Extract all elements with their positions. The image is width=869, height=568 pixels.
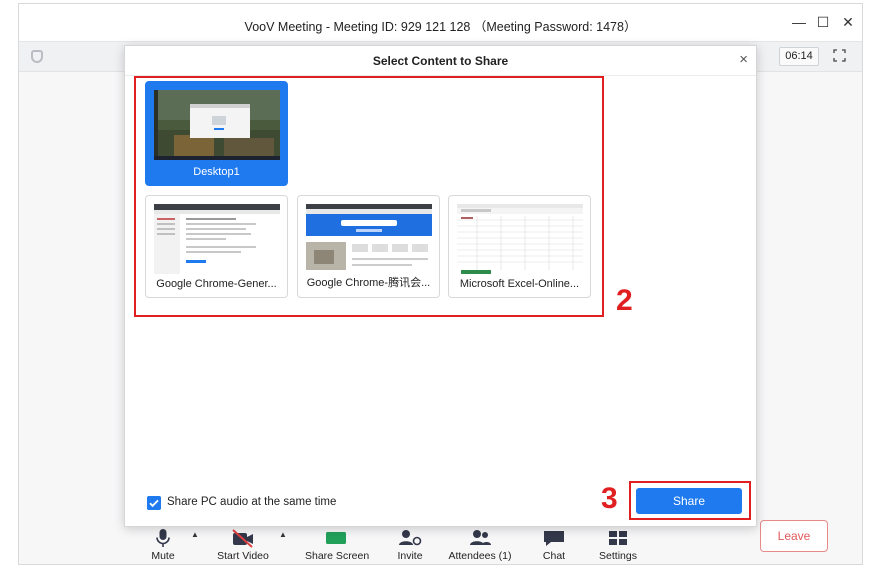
- fullscreen-icon[interactable]: [833, 49, 846, 62]
- attendees-button[interactable]: Attendees (1): [447, 528, 513, 562]
- start-video-button[interactable]: Start Video: [215, 528, 271, 562]
- invite-icon: [399, 530, 422, 546]
- maximize-icon[interactable]: ☐: [816, 15, 830, 29]
- share-audio-checkbox[interactable]: [147, 496, 161, 510]
- minimize-icon[interactable]: —: [792, 15, 806, 29]
- chat-button[interactable]: Chat: [539, 528, 569, 562]
- mute-options-caret-icon[interactable]: ▲: [191, 530, 199, 539]
- close-dialog-icon[interactable]: ×: [739, 52, 748, 67]
- share-item-label: Microsoft Excel-Online...: [459, 278, 580, 290]
- dialog-title: Select Content to Share: [372, 54, 509, 68]
- share-screen-icon: [326, 532, 346, 544]
- share-item-chrome-1[interactable]: Google Chrome-Gener...: [145, 195, 288, 298]
- share-item-label: Desktop1: [193, 166, 240, 178]
- shield-icon[interactable]: [31, 50, 43, 63]
- chat-label: Chat: [542, 550, 566, 562]
- start-video-label: Start Video: [217, 550, 269, 562]
- desktop-thumbnail: [154, 90, 280, 160]
- chat-icon: [544, 531, 564, 546]
- share-screen-label: Share Screen: [305, 550, 370, 562]
- chrome-window-thumbnail: [154, 204, 280, 274]
- share-audio-label: Share PC audio at the same time: [167, 496, 337, 508]
- share-item-chrome-2[interactable]: Google Chrome-腾讯会...: [297, 195, 440, 298]
- close-window-icon[interactable]: ✕: [841, 15, 855, 29]
- invite-label: Invite: [397, 550, 423, 562]
- share-item-label: Google Chrome-腾讯会...: [306, 277, 431, 289]
- annotation-step-2: 2: [616, 284, 633, 317]
- settings-label: Settings: [599, 550, 637, 562]
- window-title: VooV Meeting - Meeting ID: 929 121 128 （…: [244, 20, 637, 34]
- video-off-icon: [232, 529, 253, 548]
- mute-button[interactable]: Mute: [147, 528, 179, 562]
- share-button[interactable]: Share: [636, 488, 742, 514]
- mute-label: Mute: [151, 550, 175, 562]
- meeting-timer: 06:14: [779, 47, 819, 66]
- settings-button[interactable]: Settings: [597, 528, 639, 562]
- microphone-icon: [156, 529, 170, 547]
- share-item-label: Google Chrome-Gener...: [156, 278, 277, 290]
- attendees-icon: [470, 530, 491, 545]
- share-item-desktop1[interactable]: Desktop1: [145, 81, 288, 186]
- settings-icon: [609, 531, 627, 545]
- leave-button[interactable]: Leave: [760, 520, 828, 552]
- chrome-window-thumbnail: [306, 204, 432, 274]
- share-screen-button[interactable]: Share Screen: [305, 528, 370, 562]
- video-options-caret-icon[interactable]: ▲: [279, 530, 287, 539]
- invite-button[interactable]: Invite: [393, 528, 427, 562]
- title-bar: VooV Meeting - Meeting ID: 929 121 128 （…: [19, 4, 862, 42]
- annotation-step-3: 3: [601, 482, 618, 515]
- share-item-excel[interactable]: Microsoft Excel-Online...: [448, 195, 591, 298]
- excel-window-thumbnail: [457, 204, 583, 274]
- attendees-label: Attendees (1): [448, 550, 512, 562]
